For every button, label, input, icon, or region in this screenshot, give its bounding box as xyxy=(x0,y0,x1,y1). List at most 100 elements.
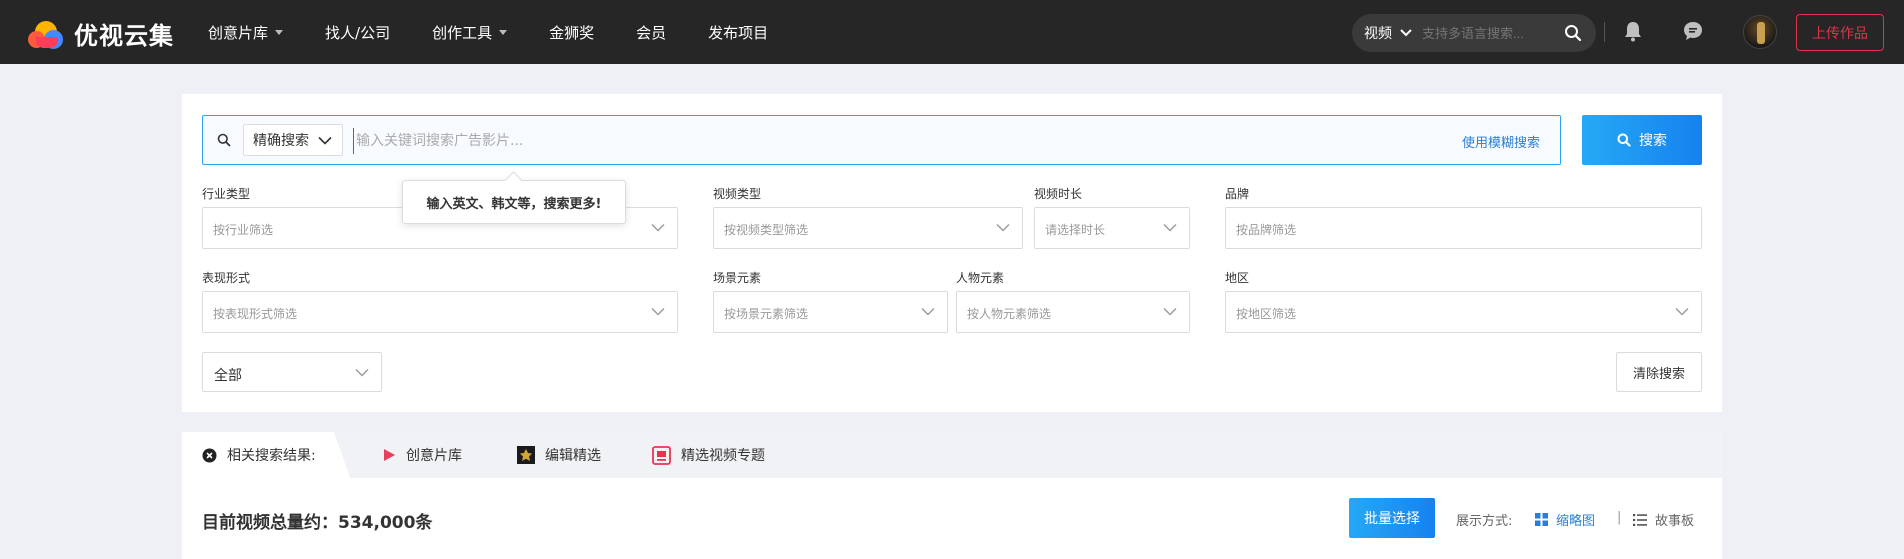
tab-related-results[interactable]: 相关搜索结果: xyxy=(202,432,316,478)
nav-item-label: 创作工具 xyxy=(432,23,493,42)
chevron-down-icon xyxy=(1163,308,1177,316)
chevron-down-icon xyxy=(996,224,1010,232)
brand-filter-placeholder: 按品牌筛选 xyxy=(1236,223,1297,237)
chat-bubble-icon[interactable] xyxy=(1682,20,1704,42)
featured-topic-icon xyxy=(652,445,671,465)
bell-icon[interactable] xyxy=(1622,20,1644,42)
search-hint-tooltip: 输入英文、韩文等，搜索更多! xyxy=(402,180,626,224)
expression-filter-label: 表现形式 xyxy=(202,271,251,285)
region-filter-placeholder: 按地区筛选 xyxy=(1236,307,1297,321)
results-section: 相关搜索结果: 创意片库 编辑精选 精选视频专题 目前视频总量约：534,000… xyxy=(182,432,1722,559)
tab-featured-topics[interactable]: 精选视频专题 xyxy=(652,432,765,478)
person-filter-placeholder: 按人物元素筛选 xyxy=(967,307,1052,321)
chevron-down-icon xyxy=(651,308,665,316)
nav-item-find-people[interactable]: 找人/公司 xyxy=(325,22,390,43)
duration-filter-label: 视频时长 xyxy=(1034,187,1083,201)
region-filter-label: 地区 xyxy=(1225,271,1250,285)
region-filter-select[interactable]: 按地区筛选 xyxy=(1225,291,1702,333)
top-nav-bar: 优视云集 创意片库 找人/公司 创作工具 金狮奖 会员 发布项目 视频 上传作品 xyxy=(0,0,1904,64)
grid-icon xyxy=(1535,513,1548,526)
cloud-logo-icon xyxy=(28,19,64,49)
display-mode-label: 展示方式: xyxy=(1456,514,1513,529)
nav-divider xyxy=(1604,22,1605,42)
brand-name: 优视云集 xyxy=(74,22,174,50)
chevron-down-icon xyxy=(1163,224,1177,232)
main-nav: 创意片库 找人/公司 创作工具 金狮奖 会员 发布项目 xyxy=(208,0,810,64)
clear-search-button[interactable]: 清除搜索 xyxy=(1616,352,1702,392)
results-tab-bar: 相关搜索结果: 创意片库 编辑精选 精选视频专题 xyxy=(182,432,1722,478)
nav-item-label: 创意片库 xyxy=(208,23,269,42)
chevron-down-icon xyxy=(1400,29,1412,37)
tab-label: 编辑精选 xyxy=(545,448,601,464)
global-search-input[interactable] xyxy=(1422,25,1552,41)
caret-down-icon xyxy=(499,29,508,35)
view-option-label: 故事板 xyxy=(1655,514,1695,529)
nav-item-label: 金狮奖 xyxy=(549,23,595,42)
search-mode-select[interactable]: 精确搜索 xyxy=(243,124,343,156)
tab-label: 相关搜索结果: xyxy=(227,448,316,464)
search-mode-label: 精确搜索 xyxy=(253,133,309,149)
person-filter-select[interactable]: 按人物元素筛选 xyxy=(956,291,1190,333)
batch-select-button[interactable]: 批量选择 xyxy=(1349,498,1435,538)
search-type-select[interactable]: 视频 xyxy=(1364,23,1412,43)
nav-item-label: 发布项目 xyxy=(708,23,769,42)
fuzzy-search-link[interactable]: 使用模糊搜索 xyxy=(1462,132,1540,151)
tab-creative-library[interactable]: 创意片库 xyxy=(382,432,462,478)
keyword-search-bar: 精确搜索 使用模糊搜索 xyxy=(202,115,1561,165)
chevron-down-icon xyxy=(318,136,332,145)
view-option-label: 缩略图 xyxy=(1556,514,1596,529)
nav-item-golden-lion[interactable]: 金狮奖 xyxy=(549,22,594,43)
video-type-filter-placeholder: 按视频类型筛选 xyxy=(724,223,809,237)
nav-item-creative-library[interactable]: 创意片库 xyxy=(208,22,284,43)
nav-item-label: 找人/公司 xyxy=(325,23,391,42)
view-separator: | xyxy=(1617,510,1622,525)
avatar[interactable] xyxy=(1743,15,1777,49)
nav-item-publish-project[interactable]: 发布项目 xyxy=(708,22,768,43)
search-type-label: 视频 xyxy=(1364,26,1392,42)
search-icon xyxy=(1617,133,1631,147)
tab-label: 精选视频专题 xyxy=(681,448,765,464)
video-type-filter-label: 视频类型 xyxy=(713,187,762,201)
nav-item-creation-tools[interactable]: 创作工具 xyxy=(432,22,508,43)
brand-filter-label: 品牌 xyxy=(1225,187,1250,201)
person-filter-label: 人物元素 xyxy=(956,271,1005,285)
chevron-down-icon xyxy=(651,224,665,232)
upload-work-button[interactable]: 上传作品 xyxy=(1796,14,1884,51)
brand-logo[interactable]: 优视云集 xyxy=(28,16,174,51)
filter-panel: 精确搜索 使用模糊搜索 搜索 行业类型 视频类型 视频时长 品牌 按行业筛选 按… xyxy=(182,94,1722,412)
industry-filter-label: 行业类型 xyxy=(202,187,251,201)
brand-filter-input[interactable]: 按品牌筛选 xyxy=(1225,207,1702,249)
editor-pick-icon xyxy=(517,446,535,464)
tab-label: 创意片库 xyxy=(406,448,462,464)
scene-filter-select[interactable]: 按场景元素筛选 xyxy=(713,291,948,333)
global-search: 视频 xyxy=(1352,14,1596,52)
search-button[interactable]: 搜索 xyxy=(1582,115,1702,165)
tab-editor-picks[interactable]: 编辑精选 xyxy=(517,432,601,478)
expression-filter-placeholder: 按表现形式筛选 xyxy=(213,307,298,321)
chevron-down-icon xyxy=(1675,308,1689,316)
video-type-filter-select[interactable]: 按视频类型筛选 xyxy=(713,207,1023,249)
nav-item-label: 会员 xyxy=(636,23,667,42)
video-total-count: 目前视频总量约：534,000条 xyxy=(202,513,433,533)
chevron-down-icon xyxy=(355,369,369,377)
industry-filter-placeholder: 按行业筛选 xyxy=(213,223,274,237)
search-icon xyxy=(217,133,231,147)
search-icon[interactable] xyxy=(1564,24,1582,42)
view-thumbnail-option[interactable]: 缩略图 xyxy=(1535,510,1595,529)
search-button-label: 搜索 xyxy=(1639,133,1667,149)
scope-select[interactable]: 全部 xyxy=(202,352,382,392)
expression-filter-select[interactable]: 按表现形式筛选 xyxy=(202,291,678,333)
duration-filter-select[interactable]: 请选择时长 xyxy=(1034,207,1190,249)
scope-select-value: 全部 xyxy=(214,368,242,384)
keyword-search-input[interactable] xyxy=(353,128,1053,154)
view-storyboard-option[interactable]: 故事板 xyxy=(1633,510,1694,529)
play-icon xyxy=(384,449,395,461)
chevron-down-icon xyxy=(921,308,935,316)
list-icon xyxy=(1633,513,1647,526)
caret-down-icon xyxy=(275,29,284,35)
duration-filter-placeholder: 请选择时长 xyxy=(1045,223,1106,237)
close-circle-icon[interactable] xyxy=(202,448,217,463)
scene-filter-label: 场景元素 xyxy=(713,271,762,285)
scene-filter-placeholder: 按场景元素筛选 xyxy=(724,307,809,321)
nav-item-membership[interactable]: 会员 xyxy=(636,22,666,43)
